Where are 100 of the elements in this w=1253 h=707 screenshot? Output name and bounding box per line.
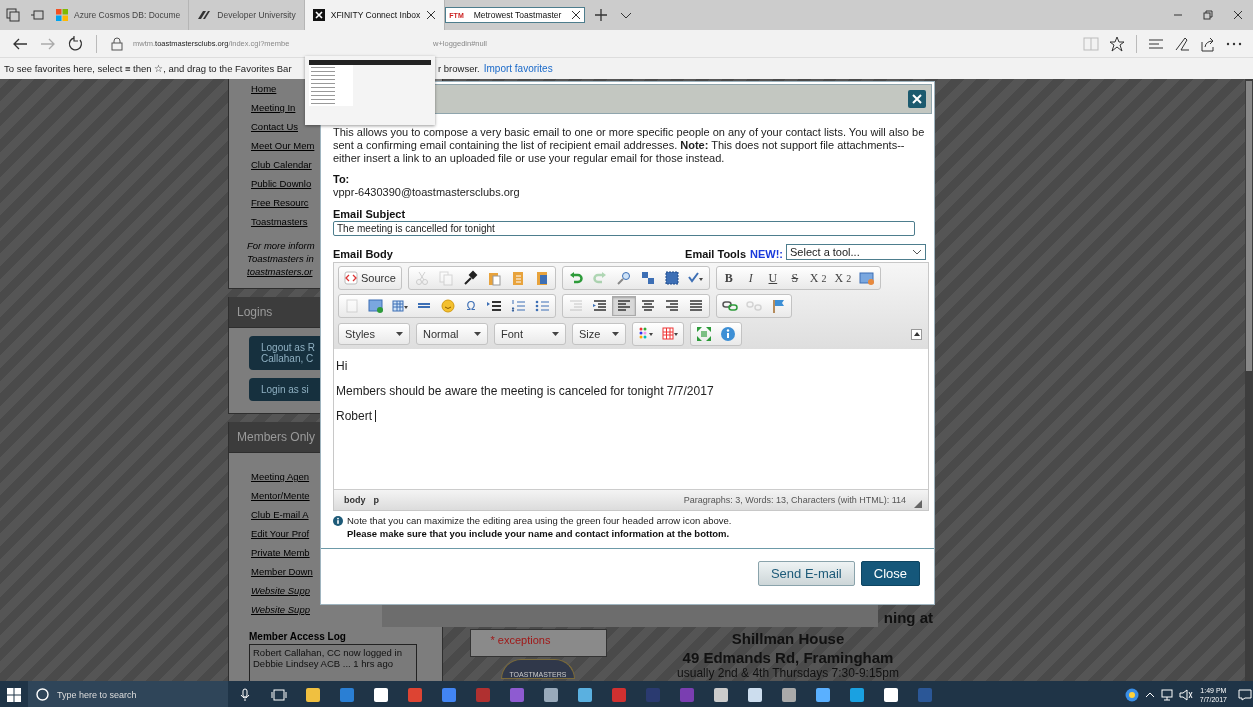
- nav-link[interactable]: Website Supp: [251, 600, 310, 619]
- windows-tiles-icon: [56, 9, 68, 21]
- nav-link[interactable]: Meet Our Mem: [251, 136, 315, 155]
- subject-field[interactable]: The meeting is cancelled for tonight: [333, 221, 915, 236]
- import-favorites-link[interactable]: Import favorites: [483, 63, 553, 74]
- align-center-icon: [640, 298, 656, 314]
- favorites-hint: To see favorites here, select ≡ then ☆, and drag to the Favorites Bar: [4, 63, 293, 74]
- info-text: Toastmasters in: [247, 252, 314, 265]
- four-arrows-icon: [696, 326, 712, 342]
- bold-button[interactable]: B: [717, 268, 740, 288]
- nav-link[interactable]: Meeting Agen: [251, 467, 310, 486]
- body-paragraph: Hi: [336, 359, 349, 373]
- scrollbar[interactable]: [1245, 79, 1253, 681]
- caret-icon: [552, 332, 559, 336]
- outdent-icon: [568, 298, 584, 314]
- close-button[interactable]: Close: [860, 561, 920, 586]
- strike-button[interactable]: S: [783, 268, 806, 288]
- tools-label: Email Tools: [685, 248, 746, 260]
- element-path-item[interactable]: p: [373, 495, 379, 505]
- format-dropdown[interactable]: Normal: [416, 323, 488, 345]
- nav-link[interactable]: Edit Your Prof: [251, 524, 310, 543]
- smiley-icon: [440, 298, 456, 314]
- word-count: Paragraphs: 3, Words: 13, Characters (with HTML): 114: [683, 495, 906, 505]
- color-grid-icon: [662, 326, 678, 342]
- help-icon[interactable]: [1123, 687, 1140, 702]
- format-dropdown[interactable]: Styles: [338, 323, 410, 345]
- caret-icon: [612, 332, 619, 336]
- tab-title: XFINITY Connect Inbox: [330, 10, 421, 20]
- element-path-item[interactable]: body: [344, 495, 366, 505]
- network-icon[interactable]: [1159, 688, 1176, 701]
- numbered-list-icon: [510, 298, 526, 314]
- info-text: For more inform: [247, 239, 315, 252]
- alignleft-button[interactable]: [612, 296, 636, 316]
- italic-button[interactable]: I: [739, 268, 762, 288]
- tool-dropdown[interactable]: Select a tool...: [786, 244, 926, 260]
- chain-link-icon: [722, 298, 738, 314]
- info-icon: [720, 326, 736, 342]
- broken-link-icon: [746, 298, 762, 314]
- nav-link[interactable]: Public Downlo: [251, 174, 312, 193]
- logo-icon: [197, 9, 212, 21]
- speaker-icon[interactable]: [1177, 688, 1194, 701]
- send-button[interactable]: Send E-mail: [757, 561, 855, 586]
- collapse-toolbar-button[interactable]: [911, 328, 922, 340]
- copy-icon: [437, 270, 454, 286]
- nav-link[interactable]: Club E-mail A: [251, 505, 309, 524]
- format-dropdown[interactable]: Font: [494, 323, 566, 345]
- code-icon: [344, 271, 358, 285]
- taskbar-search-field[interactable]: Type here to search: [28, 681, 228, 707]
- body-label: Email Body: [333, 248, 393, 260]
- close-icon: [912, 94, 922, 104]
- tab-title: Developer University: [217, 10, 296, 20]
- browser-tab[interactable]: XFINITY Connect Inbox: [304, 0, 446, 30]
- nav-link[interactable]: Home: [251, 79, 277, 98]
- close-button[interactable]: [908, 90, 926, 108]
- nav-link[interactable]: Private Memb: [251, 543, 310, 562]
- nav-link[interactable]: Club Calendar: [251, 155, 312, 174]
- tab-title: Azure Cosmos DB: Docume: [74, 10, 181, 20]
- justify-icon: [688, 298, 704, 314]
- magnifier-icon: [615, 270, 632, 286]
- info-icon: [333, 515, 343, 526]
- new-label: NEW!:: [750, 248, 783, 260]
- intro-paragraph: This allows you to compose a very basic email to one or more specific people on any of your contact lists. You will also be sent a confirming email containing the list of recipient email addresses. Note: This does not support file attachments--either insert a link to an uploaded file or use your regular email for those instead.: [333, 126, 926, 165]
- resize-grip-icon[interactable]: [914, 500, 922, 508]
- specialchar-button[interactable]: Ω: [460, 296, 482, 316]
- align-right-icon: [664, 298, 680, 314]
- venue-address: 49 Edmands Rd, Framingham: [682, 649, 894, 666]
- redo-arrow-icon: [591, 270, 608, 286]
- format-dropdown[interactable]: Size: [572, 323, 626, 345]
- access-log-heading: Member Access Log: [249, 631, 347, 642]
- log-entry: Robert Callahan, CC now logged in: [253, 647, 403, 658]
- underline-button[interactable]: U: [761, 268, 784, 288]
- nav-link[interactable]: Website Supp: [251, 581, 310, 600]
- body-paragraph: Robert: [336, 409, 926, 423]
- caret-icon: [912, 249, 922, 255]
- align-left-icon: [616, 298, 632, 314]
- source-button[interactable]: Source: [340, 268, 400, 288]
- circle-icon: [36, 688, 49, 701]
- scissors-icon: [413, 270, 430, 286]
- subject-label: Email Subject: [333, 208, 407, 220]
- close-icon[interactable]: [426, 10, 437, 20]
- nav-link[interactable]: Mentor/Mente: [251, 486, 310, 505]
- reminder-text: Please make sure that you include your name and contact information at the bottom.: [347, 528, 731, 539]
- replace-icon: [639, 270, 656, 286]
- note-text: Note that you can maximize the editing area using the green four headed arrow icon above.: [347, 515, 732, 526]
- to-label: To:: [333, 173, 351, 185]
- indent-icon: [592, 298, 608, 314]
- nav-link[interactable]: Free Resourc: [251, 193, 309, 212]
- nav-link[interactable]: Member Down: [251, 562, 313, 581]
- info-text: toastmasters.or: [247, 265, 313, 278]
- quote-block-icon: [486, 298, 502, 314]
- flag-icon: [770, 298, 786, 314]
- meeting-schedule: usually 2nd & 4th Thursdays 7:30-9:15pm: [677, 666, 899, 680]
- nav-link[interactable]: Meeting In: [251, 98, 296, 117]
- window-icon: [859, 270, 876, 286]
- exceptions-note: * exceptions: [490, 634, 551, 646]
- favorites-hint: r browser.: [438, 63, 480, 74]
- notification-icon[interactable]: [1237, 688, 1253, 701]
- close-icon[interactable]: [571, 10, 582, 20]
- nav-link[interactable]: Contact Us: [251, 117, 298, 136]
- nav-link[interactable]: Toastmasters: [251, 212, 308, 231]
